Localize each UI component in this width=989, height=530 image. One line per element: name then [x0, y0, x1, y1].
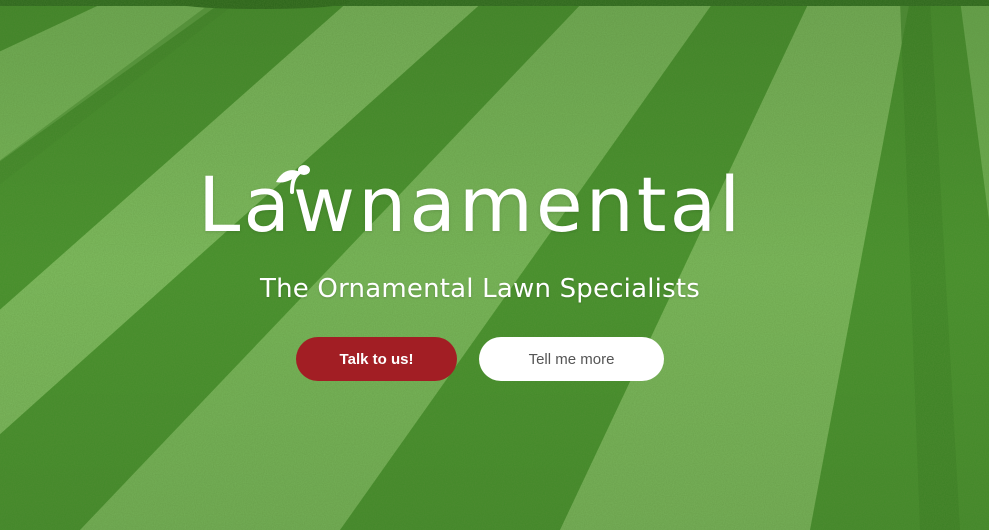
tagline: The Ornamental Lawn Specialists — [260, 274, 700, 304]
brand-name: Lawnamental — [198, 160, 744, 249]
lawn-background-image — [0, 0, 989, 530]
talk-to-us-button[interactable]: Talk to us! — [296, 337, 457, 381]
tell-me-more-button[interactable]: Tell me more — [479, 337, 664, 381]
brand-logo[interactable]: Lawnamental — [198, 160, 768, 249]
hero-section: Lawnamental The Ornamental Lawn Speciali… — [0, 0, 989, 530]
